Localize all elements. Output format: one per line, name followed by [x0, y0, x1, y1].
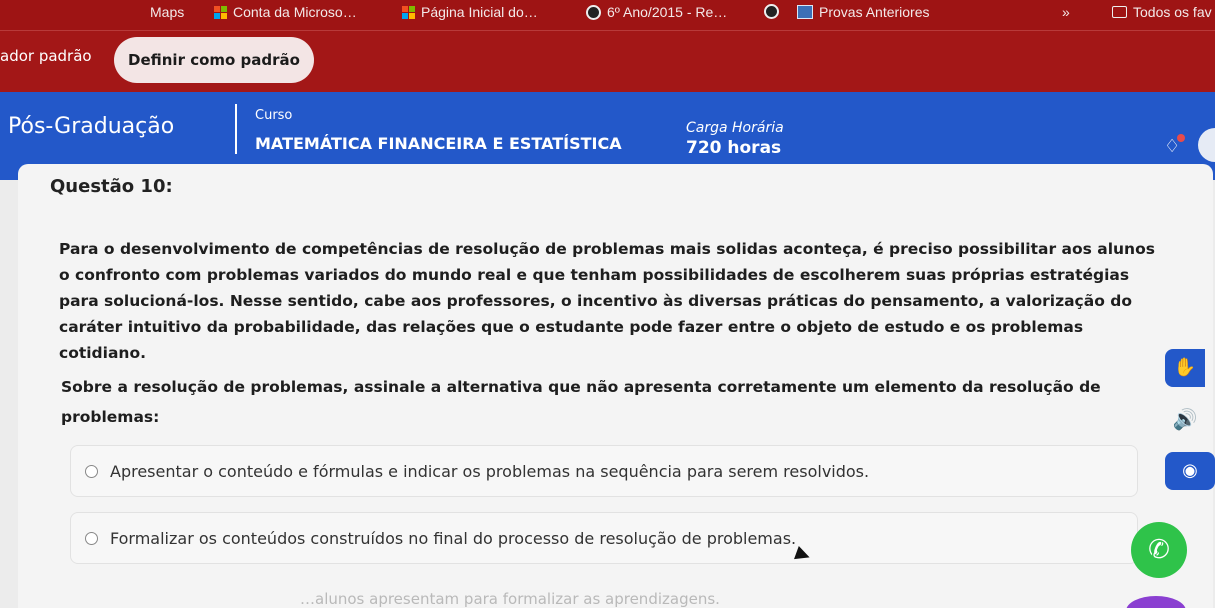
default-browser-bar: ador padrão Definir como padrão: [0, 30, 1215, 92]
course-name: MATEMÁTICA FINANCEIRA E ESTATÍSTICA: [255, 134, 622, 153]
question-title: Questão 10:: [50, 176, 173, 197]
bookmark-pagina-inicial[interactable]: Página Inicial do…: [402, 4, 538, 20]
question-prompt: Sobre a resolução de problemas, assinale…: [61, 378, 1101, 426]
audio-reader-icon[interactable]: 🔊: [1165, 400, 1205, 438]
all-favorites-button[interactable]: Todos os fav: [1112, 4, 1212, 20]
bookmark-label: Página Inicial do…: [421, 4, 538, 20]
answer-option-text: Formalizar os conteúdos construídos no f…: [110, 528, 797, 548]
microsoft-icon: [402, 5, 415, 19]
answer-option-partial-text: …alunos apresentam para formalizar as ap…: [300, 590, 720, 608]
question-body: Para o desenvolvimento de competências d…: [59, 240, 1155, 362]
course-label: Curso: [255, 108, 293, 123]
radio-button[interactable]: [85, 464, 98, 478]
bookmark-site[interactable]: [764, 4, 779, 19]
program-title: Pós-Graduação: [8, 114, 175, 139]
bookmark-label: Provas Anteriores: [819, 4, 930, 20]
chevron-double-right-icon: »: [1062, 4, 1070, 20]
hours-value: 720 horas: [686, 138, 782, 158]
radio-button[interactable]: [85, 531, 98, 545]
bookmark-provas-anteriores[interactable]: Provas Anteriores: [797, 4, 930, 20]
avatar[interactable]: [1198, 128, 1215, 162]
whatsapp-icon[interactable]: ✆: [1131, 522, 1187, 578]
answer-option-1[interactable]: Apresentar o conteúdo e fórmulas e indic…: [70, 445, 1138, 497]
bookmark-maps[interactable]: Maps: [150, 4, 184, 20]
site-icon: [586, 4, 601, 20]
answer-option-text: Apresentar o conteúdo e fórmulas e indic…: [110, 461, 870, 481]
bookmark-microsoft-account[interactable]: Conta da Microso…: [214, 4, 357, 20]
default-browser-message: ador padrão: [0, 47, 92, 65]
bookmark-label: 6º Ano/2015 - Re…: [607, 4, 728, 20]
set-default-button[interactable]: Definir como padrão: [114, 37, 314, 83]
bookmarks-overflow-button[interactable]: »: [1062, 4, 1070, 20]
sign-language-icon[interactable]: ✋: [1165, 349, 1205, 387]
folder-icon: [1112, 6, 1127, 18]
eye-icon[interactable]: ◉: [1165, 452, 1215, 490]
bookmark-label: Maps: [150, 4, 185, 20]
header-divider: [235, 104, 237, 154]
bookmarks-bar: Maps Conta da Microso… Página Inicial do…: [0, 0, 1215, 30]
image-icon: [797, 5, 813, 19]
site-icon: [764, 4, 779, 19]
bookmark-6-ano[interactable]: 6º Ano/2015 - Re…: [586, 4, 727, 20]
notification-dot: [1177, 134, 1185, 142]
answer-option-2[interactable]: Formalizar os conteúdos construídos no f…: [70, 512, 1138, 564]
bookmark-label: Conta da Microso…: [233, 4, 357, 20]
hours-label: Carga Horária: [686, 120, 784, 136]
all-favorites-label: Todos os fav: [1133, 4, 1212, 20]
microsoft-icon: [214, 5, 227, 19]
